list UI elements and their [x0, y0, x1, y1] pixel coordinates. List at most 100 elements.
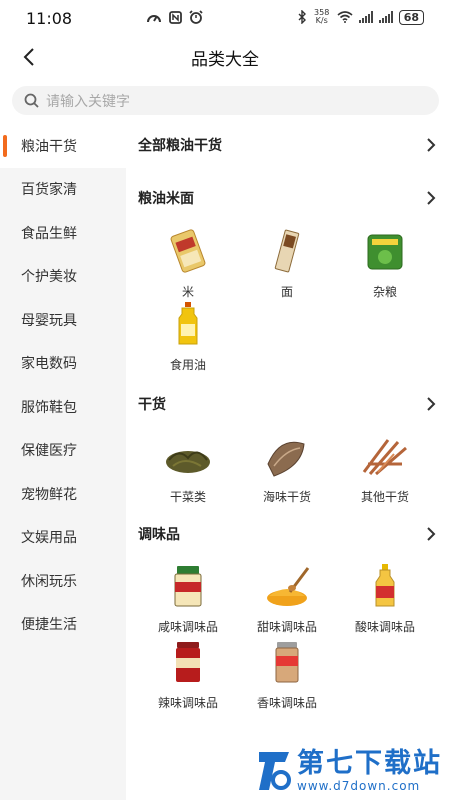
grains-bag-image — [367, 234, 403, 270]
page-title: 品类大全 — [191, 50, 259, 70]
category-item-sweet-seasoning[interactable]: 甜味调味品 — [239, 564, 335, 635]
header-bar: 品类大全 — [0, 34, 450, 80]
category-item-rice[interactable]: 米 — [140, 229, 236, 300]
dried-fish-image — [267, 441, 305, 477]
net-speed: 358 K/s — [313, 9, 331, 25]
sidebar-item-label: 宠物鲜花 — [21, 486, 77, 503]
chevron-right-icon — [427, 397, 436, 411]
rice-bag-image — [170, 229, 206, 273]
chevron-right-icon — [427, 138, 436, 152]
category-item-label: 海味干货 — [262, 490, 311, 504]
other-dried-goods-image — [362, 439, 407, 476]
category-item-other-dried[interactable]: 其他干货 — [337, 434, 433, 505]
section-header-dried[interactable]: 干货 — [138, 392, 436, 416]
sidebar-item-label: 服饰鞋包 — [21, 399, 77, 416]
sidebar-item-label: 休闲玩乐 — [21, 573, 77, 590]
category-item-cooking-oil[interactable]: 食用油 — [140, 302, 236, 373]
nfc-icon — [169, 11, 183, 24]
section-title: 干货 — [138, 397, 166, 413]
watermark-text: 第七下载站 www.d7down.com — [297, 748, 442, 794]
watermark-logo-icon — [259, 752, 291, 790]
search-placeholder: 请输入关键字 — [46, 93, 130, 110]
vinegar-bottle-image — [375, 564, 395, 607]
sidebar-item-household[interactable]: 百货家清 — [0, 168, 126, 212]
chevron-right-icon — [427, 527, 436, 541]
category-item-dried-veg[interactable]: 干菜类 — [140, 434, 236, 505]
sidebar-item-beauty[interactable]: 个护美妆 — [0, 255, 126, 299]
category-item-label: 其他干货 — [360, 490, 409, 504]
sidebar-item-electronics[interactable]: 家电数码 — [0, 342, 126, 386]
category-item-label: 食用油 — [169, 358, 206, 372]
battery-icon: 68 — [398, 9, 424, 25]
sidebar-item-label: 百货家清 — [21, 182, 77, 199]
sidebar-item-label: 保健医疗 — [21, 443, 77, 460]
category-item-grains[interactable]: 杂粮 — [337, 229, 433, 300]
chevron-right-icon — [427, 191, 436, 205]
category-item-salty-seasoning[interactable]: 咸味调味品 — [140, 564, 236, 635]
category-item-sour-seasoning[interactable]: 酸味调味品 — [337, 564, 433, 635]
sidebar-item-stationery[interactable]: 文娱用品 — [0, 516, 126, 560]
site-watermark: 第七下载站 www.d7down.com — [255, 748, 442, 794]
section-header-seasoning[interactable]: 调味品 — [138, 522, 436, 546]
status-right: 358 K/s 68 — [298, 9, 424, 25]
screen: 11:08 358 K/s 68 品类大全 请输入关键字 粮油干货 百货家清 食… — [0, 0, 450, 800]
speedometer-icon — [147, 15, 161, 23]
category-item-label: 咸味调味品 — [157, 620, 218, 634]
bluetooth-icon — [298, 10, 306, 24]
search-input[interactable]: 请输入关键字 — [12, 86, 439, 115]
status-time: 11:08 — [26, 9, 73, 28]
sidebar-item-label: 个护美妆 — [21, 269, 77, 286]
category-sidebar: 粮油干货 百货家清 食品生鲜 个护美妆 母婴玩具 家电数码 服饰鞋包 保健医疗 … — [0, 124, 126, 800]
sidebar-item-label: 母婴玩具 — [21, 312, 77, 329]
category-item-spicy-seasoning[interactable]: 辣味调味品 — [140, 640, 236, 711]
oil-bottle-image — [178, 302, 198, 345]
all-category-link[interactable]: 全部粮油干货 — [138, 133, 436, 157]
search-icon — [24, 93, 39, 108]
category-item-label: 辣味调味品 — [157, 696, 218, 710]
honey-jar-image — [267, 567, 310, 606]
active-indicator — [3, 135, 7, 157]
net-speed-unit: K/s — [315, 16, 328, 25]
sidebar-item-grain-oil[interactable]: 粮油干货 — [0, 124, 126, 168]
sidebar-item-convenience[interactable]: 便捷生活 — [0, 603, 126, 647]
category-item-aromatic-seasoning[interactable]: 香味调味品 — [239, 640, 335, 711]
category-item-dried-seafood[interactable]: 海味干货 — [239, 434, 335, 505]
category-item-noodles[interactable]: 面 — [239, 229, 335, 300]
salty-seasoning-image — [174, 566, 202, 607]
sidebar-item-label: 食品生鲜 — [21, 225, 77, 242]
sidebar-item-apparel[interactable]: 服饰鞋包 — [0, 385, 126, 429]
sidebar-item-fresh-food[interactable]: 食品生鲜 — [0, 211, 126, 255]
dried-vegetables-image — [166, 451, 210, 473]
watermark-url: www.d7down.com — [297, 779, 421, 793]
category-item-label: 米 — [181, 285, 194, 299]
all-category-title: 全部粮油干货 — [138, 138, 222, 154]
category-content: 全部粮油干货 粮油米面 米 面 杂粮 食用油 干货 干菜类 海味干货 其他干货 … — [126, 124, 450, 800]
section-header-grain[interactable]: 粮油米面 — [138, 186, 436, 210]
status-notification-icons — [146, 10, 203, 28]
sidebar-item-health[interactable]: 保健医疗 — [0, 429, 126, 473]
category-item-label: 香味调味品 — [256, 696, 317, 710]
spicy-seasoning-image — [176, 642, 200, 682]
signal-icon-2 — [378, 11, 393, 23]
noodles-pack-image — [274, 229, 300, 273]
watermark-title: 第七下载站 — [297, 748, 442, 779]
alarm-icon — [189, 10, 203, 24]
category-item-label: 面 — [280, 285, 293, 299]
sidebar-item-baby-toys[interactable]: 母婴玩具 — [0, 298, 126, 342]
section-title: 调味品 — [138, 527, 180, 543]
sidebar-item-label: 文娱用品 — [21, 530, 77, 547]
category-item-label: 酸味调味品 — [354, 620, 415, 634]
signal-icon — [358, 11, 373, 23]
sidebar-item-label: 便捷生活 — [21, 617, 77, 634]
status-bar: 11:08 358 K/s 68 — [0, 0, 450, 34]
category-item-label: 甜味调味品 — [256, 620, 317, 634]
sidebar-item-pets-flowers[interactable]: 宠物鲜花 — [0, 472, 126, 516]
sidebar-item-label: 粮油干货 — [21, 138, 77, 155]
sidebar-item-leisure[interactable]: 休闲玩乐 — [0, 559, 126, 603]
category-item-label: 杂粮 — [372, 285, 397, 299]
section-title: 粮油米面 — [138, 191, 194, 207]
category-item-label: 干菜类 — [169, 490, 206, 504]
sidebar-item-label: 家电数码 — [21, 356, 77, 373]
wifi-icon — [337, 11, 353, 23]
spice-jar-image — [275, 642, 299, 683]
